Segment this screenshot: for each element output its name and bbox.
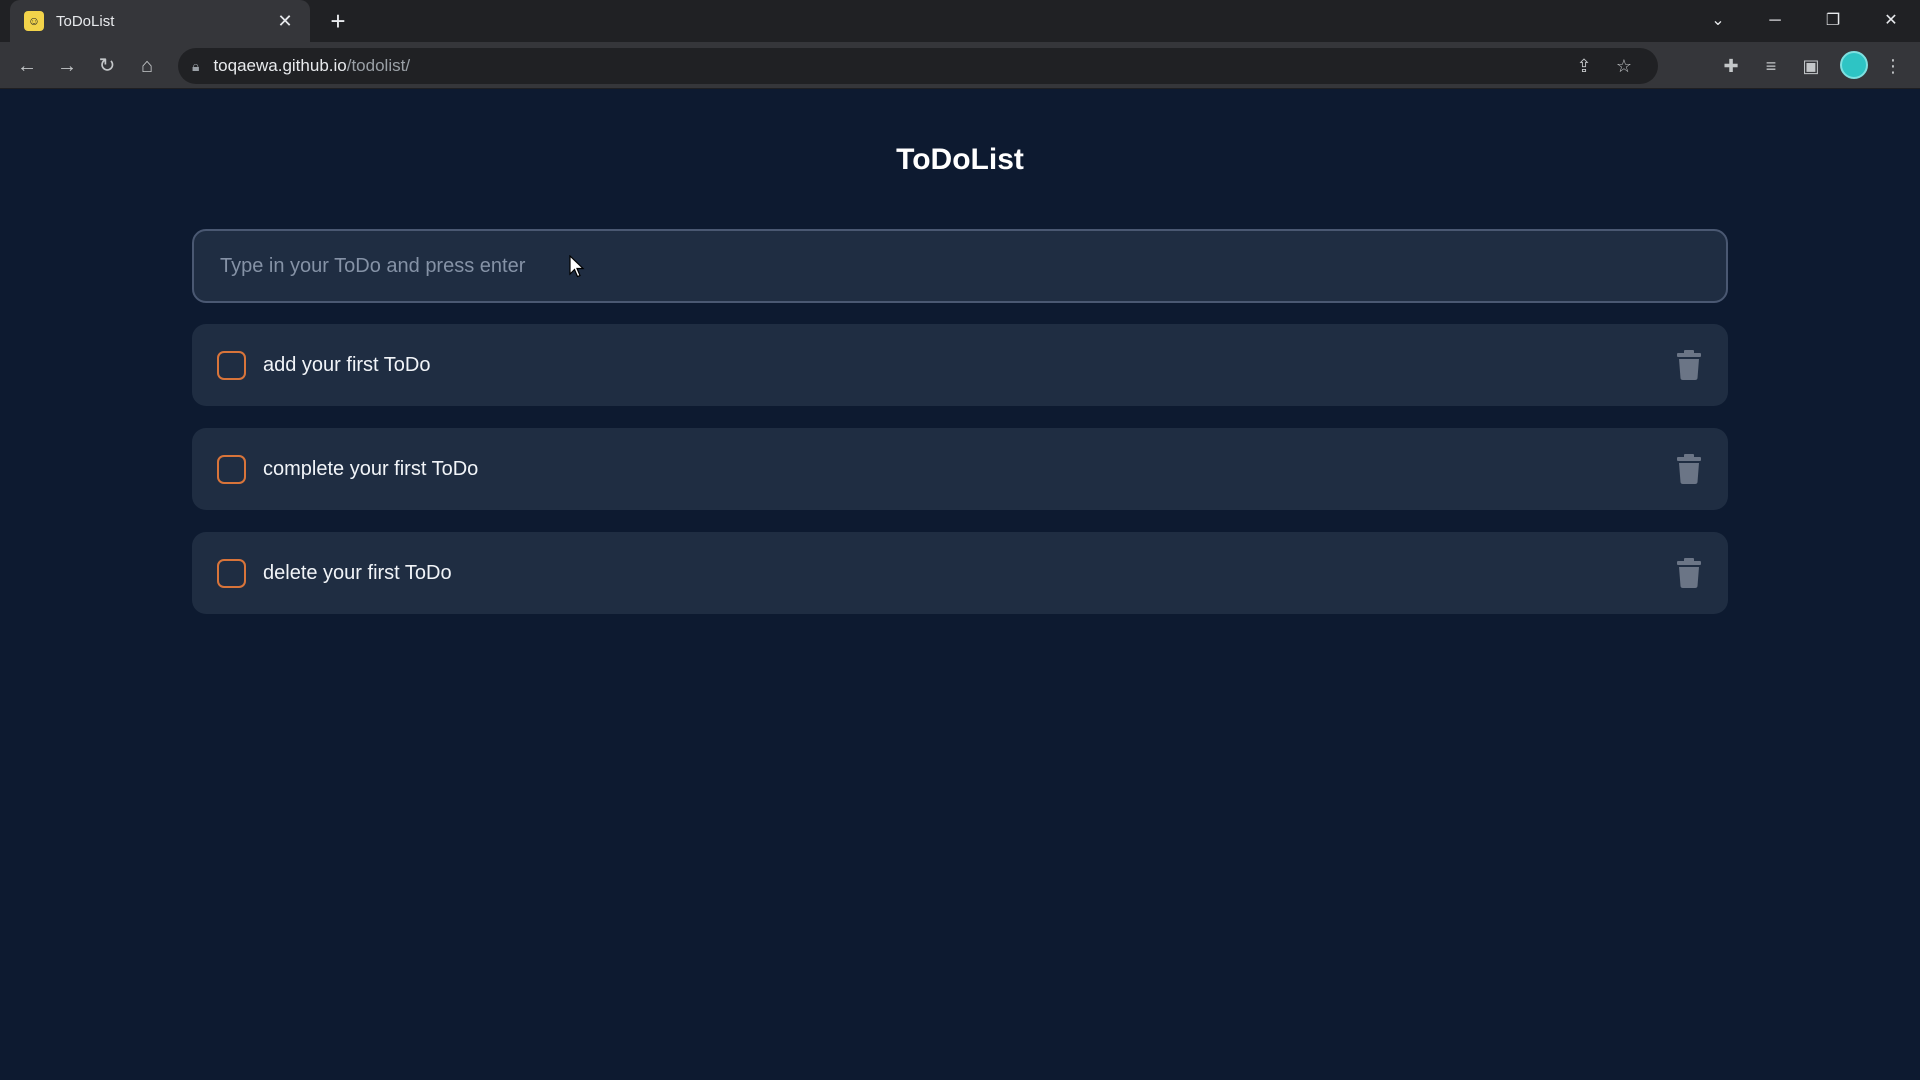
browser-tab[interactable]: ☺ ToDoList ✕ xyxy=(10,0,310,42)
todo-item: delete your first ToDo xyxy=(192,532,1728,614)
todo-input[interactable] xyxy=(192,229,1728,303)
trash-icon[interactable] xyxy=(1676,454,1702,484)
todo-item: add your first ToDo xyxy=(192,324,1728,406)
favicon-icon: ☺ xyxy=(24,11,44,31)
url-path: /todolist/ xyxy=(346,56,411,75)
new-tab-button[interactable]: + xyxy=(325,8,351,34)
tab-strip: ☺ ToDoList ✕ + ⌄ ─ ❐ ✕ xyxy=(0,0,1920,42)
todo-text: add your first ToDo xyxy=(263,353,431,376)
reload-icon[interactable]: ↻ xyxy=(92,51,122,81)
todo-item: complete your first ToDo xyxy=(192,428,1728,510)
forward-arrow-icon[interactable]: → xyxy=(52,51,82,81)
todo-text: delete your first ToDo xyxy=(263,561,452,584)
todo-checkbox[interactable] xyxy=(217,558,246,588)
mouse-cursor-icon xyxy=(569,255,585,278)
restore-button[interactable]: ❐ xyxy=(1810,6,1856,36)
window-close-button[interactable]: ✕ xyxy=(1868,6,1914,36)
media-queue-icon[interactable]: ≡ xyxy=(1756,51,1786,81)
todo-text: complete your first ToDo xyxy=(263,457,479,480)
address-bar[interactable]: 🔒︎ toqaewa.github.io/todolist/ ⇪ ☆ xyxy=(178,48,1658,84)
url-host: toqaewa.github.io xyxy=(213,56,347,75)
kebab-menu-icon[interactable]: ⋮ xyxy=(1878,51,1908,81)
side-panel-icon[interactable]: ▣ xyxy=(1796,51,1826,81)
tab-search-icon[interactable]: ⌄ xyxy=(1695,6,1741,36)
app-page: ToDoList add your first ToDo complete yo… xyxy=(0,89,1920,1080)
todo-list: add your first ToDo complete your first … xyxy=(192,324,1728,636)
star-icon[interactable]: ☆ xyxy=(1604,56,1644,77)
share-icon[interactable]: ⇪ xyxy=(1564,56,1604,77)
lock-icon: 🔒︎ xyxy=(192,57,200,74)
todo-checkbox[interactable] xyxy=(217,454,246,484)
page-title: ToDoList xyxy=(896,143,1024,176)
trash-icon[interactable] xyxy=(1676,558,1702,588)
url-text: toqaewa.github.io/todolist/ xyxy=(213,56,1564,76)
home-icon[interactable]: ⌂ xyxy=(132,51,162,81)
avatar[interactable] xyxy=(1840,51,1868,79)
extensions-puzzle-icon[interactable]: ✚ xyxy=(1716,51,1746,81)
tab-title: ToDoList xyxy=(56,12,115,30)
browser-toolbar: ← → ↻ ⌂ 🔒︎ toqaewa.github.io/todolist/ ⇪… xyxy=(0,42,1920,89)
close-icon[interactable]: ✕ xyxy=(274,11,296,32)
todo-checkbox[interactable] xyxy=(217,350,246,380)
trash-icon[interactable] xyxy=(1676,350,1702,380)
back-arrow-icon[interactable]: ← xyxy=(12,51,42,81)
minimize-button[interactable]: ─ xyxy=(1752,6,1798,36)
